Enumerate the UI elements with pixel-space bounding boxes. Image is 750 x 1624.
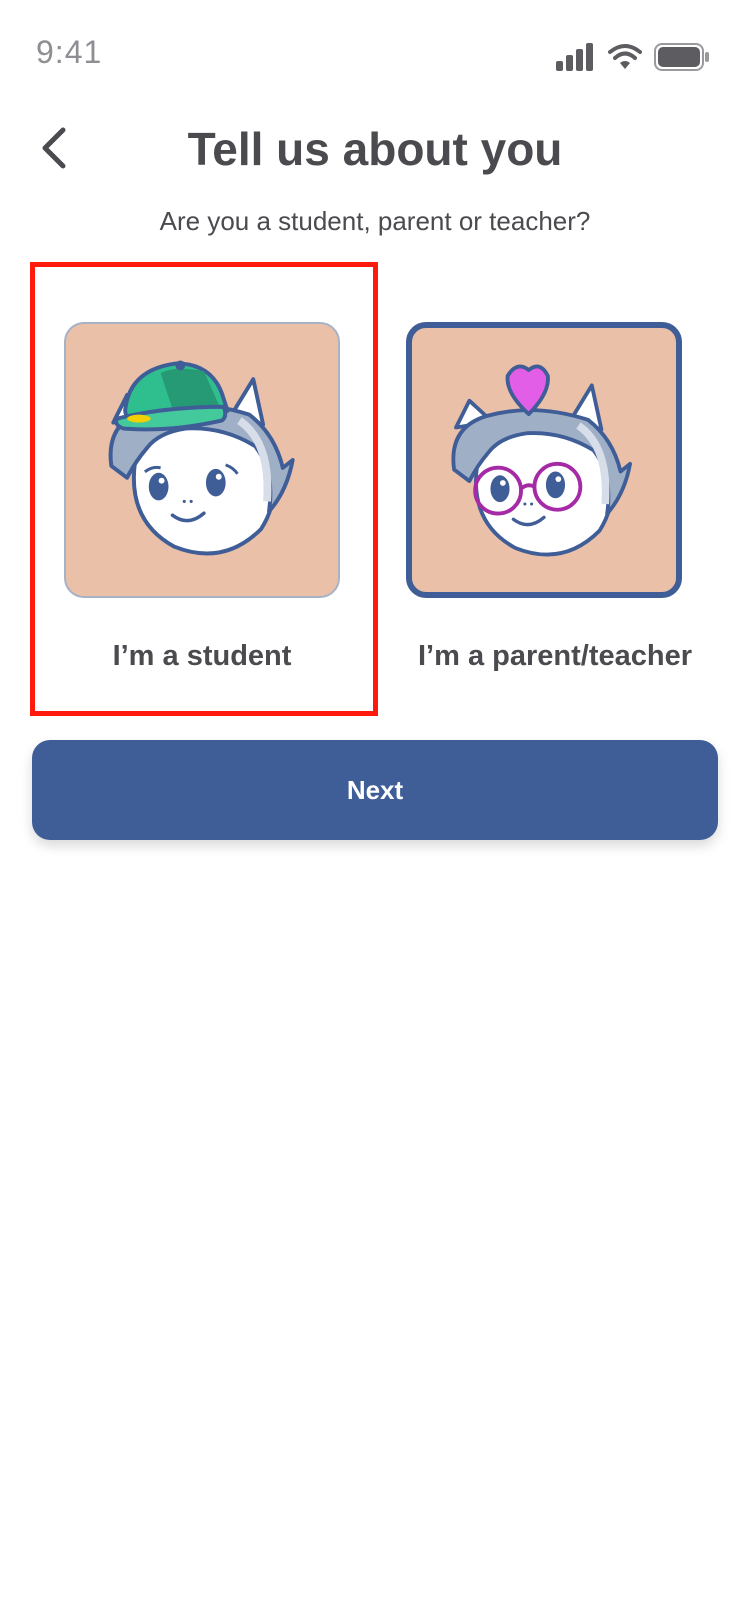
wifi-icon — [608, 44, 642, 69]
parent-teacher-option[interactable]: I’m a parent/teacher — [382, 262, 728, 712]
parent-avatar-icon — [451, 364, 632, 557]
signal-icon — [556, 43, 593, 71]
battery-icon — [654, 43, 709, 71]
status-icons — [556, 40, 710, 74]
next-button[interactable]: Next — [32, 740, 718, 840]
status-bar: 9:41 — [0, 0, 750, 110]
parent-teacher-tile[interactable] — [406, 322, 682, 598]
status-time: 9:41 — [36, 34, 103, 70]
selection-highlight — [30, 262, 378, 716]
page-title: Tell us about you — [187, 123, 563, 175]
page-subtitle: Are you a student, parent or teacher? — [159, 206, 591, 236]
parent-teacher-option-label: I’m a parent/teacher — [418, 640, 692, 672]
